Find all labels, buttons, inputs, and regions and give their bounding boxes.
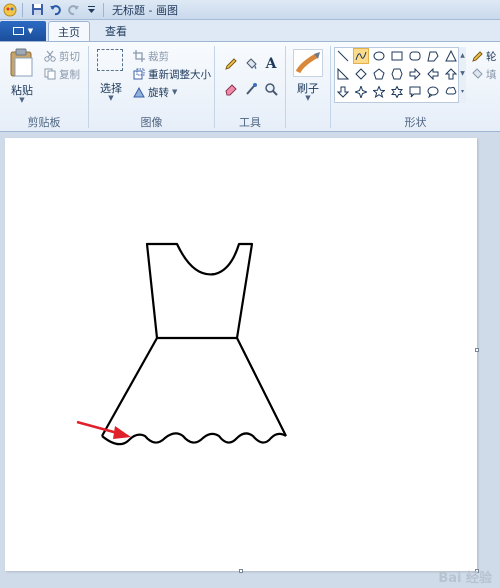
polygon-shape-icon[interactable] xyxy=(425,48,441,64)
canvas-resize-handle-bottom[interactable] xyxy=(239,569,243,573)
dress-bodice xyxy=(145,242,254,340)
copy-label: 复制 xyxy=(59,68,80,81)
oval-callout-shape-icon[interactable] xyxy=(425,84,441,100)
chevron-down-icon: ▼ xyxy=(27,27,34,35)
color-picker-icon[interactable] xyxy=(242,80,260,98)
paste-dropdown-icon[interactable]: ▼ xyxy=(2,96,42,104)
magnifier-icon[interactable] xyxy=(262,80,280,98)
crop-button[interactable]: 裁剪 xyxy=(133,48,169,64)
dress-skirt xyxy=(101,337,287,437)
customize-toolbar-icon[interactable] xyxy=(83,2,99,18)
tab-view[interactable]: 查看 xyxy=(95,21,137,41)
up-arrow-shape-icon[interactable] xyxy=(443,66,459,82)
divider xyxy=(22,2,23,17)
tools-group-label: 工具 xyxy=(239,116,261,129)
copy-icon xyxy=(44,68,56,80)
fill-icon[interactable] xyxy=(242,55,260,73)
six-point-star-shape-icon[interactable] xyxy=(389,84,405,100)
clipboard-group-label: 剪贴板 xyxy=(27,116,61,129)
left-arrow-shape-icon[interactable] xyxy=(425,66,441,82)
shape-fill-label: 填 xyxy=(486,68,497,81)
rotate-dropdown-icon: ▼ xyxy=(172,88,178,96)
file-menu-icon xyxy=(12,27,24,35)
rotate-icon xyxy=(133,86,145,98)
four-point-star-shape-icon[interactable] xyxy=(353,84,369,100)
brush-icon[interactable] xyxy=(293,49,323,77)
select-icon[interactable] xyxy=(97,49,123,71)
eraser-icon[interactable] xyxy=(222,80,240,98)
window-title: 无标题 - 画图 xyxy=(112,3,178,17)
shape-outline-label: 轮 xyxy=(486,50,497,63)
cloud-callout-shape-icon[interactable] xyxy=(443,84,459,100)
divider xyxy=(103,2,104,17)
ribbon-tabs: ▼ 主页 查看 xyxy=(0,20,500,41)
redo-icon[interactable] xyxy=(65,2,81,18)
rotate-button[interactable]: 旋转 ▼ xyxy=(133,84,177,100)
shape-fill-button[interactable]: 填 xyxy=(471,66,497,82)
shapes-group: ▲ ▼ ▾ 轮 填 形状 xyxy=(331,42,500,132)
copy-button[interactable]: 复制 xyxy=(44,66,80,82)
resize-label: 重新调整大小 xyxy=(148,68,211,81)
undo-icon[interactable] xyxy=(47,2,63,18)
five-point-star-shape-icon[interactable] xyxy=(371,84,387,100)
workspace: Bai 经验 xyxy=(0,133,500,588)
brushes-group: 刷子 ▼ xyxy=(286,42,330,132)
tab-home[interactable]: 主页 xyxy=(48,21,90,41)
save-icon[interactable] xyxy=(29,2,45,18)
select-dropdown-icon[interactable]: ▼ xyxy=(91,94,131,102)
resize-button[interactable]: 重新调整大小 xyxy=(133,66,211,82)
text-icon[interactable]: A xyxy=(262,55,280,73)
crop-label: 裁剪 xyxy=(148,50,169,63)
image-group-label: 图像 xyxy=(140,116,163,129)
title-bar: 无标题 - 画图 xyxy=(0,0,500,20)
paint-app-icon[interactable] xyxy=(2,2,18,18)
ribbon: 粘贴 ▼ 剪切 复制 剪贴板 选择 ▼ 裁剪 重新调整大小 旋转 ▼ 图像 A … xyxy=(0,41,500,132)
canvas-resize-handle-right[interactable] xyxy=(475,348,479,352)
oval-shape-icon[interactable] xyxy=(371,48,387,64)
watermark-logo: Bai 经验 xyxy=(438,571,492,586)
cut-label: 剪切 xyxy=(59,50,80,63)
rotate-label: 旋转 xyxy=(148,86,169,99)
shapes-group-label: 形状 xyxy=(404,116,427,129)
right-arrow-shape-icon[interactable] xyxy=(407,66,423,82)
drawing xyxy=(76,242,287,446)
brushes-dropdown-icon[interactable]: ▼ xyxy=(286,94,330,102)
outline-pencil-icon xyxy=(471,50,483,62)
rectangle-callout-shape-icon[interactable] xyxy=(407,84,423,100)
pentagon-shape-icon[interactable] xyxy=(371,66,387,82)
triangle-shape-icon[interactable] xyxy=(443,48,459,64)
red-arrow-head xyxy=(113,426,131,439)
file-menu-button[interactable]: ▼ xyxy=(0,21,46,41)
right-triangle-shape-icon[interactable] xyxy=(335,66,351,82)
drawing-canvas[interactable] xyxy=(5,138,477,571)
pencil-icon[interactable] xyxy=(222,55,240,73)
rectangle-shape-icon[interactable] xyxy=(389,48,405,64)
shape-outline-button[interactable]: 轮 xyxy=(471,48,497,64)
resize-icon xyxy=(133,68,145,80)
paste-icon[interactable] xyxy=(8,48,36,78)
cut-button[interactable]: 剪切 xyxy=(44,48,80,64)
image-group: 选择 ▼ 裁剪 重新调整大小 旋转 ▼ 图像 xyxy=(89,42,214,132)
tools-group: A 工具 xyxy=(215,42,285,132)
diamond-shape-icon[interactable] xyxy=(353,66,369,82)
crop-icon xyxy=(133,50,145,62)
shapes-gallery-scroll[interactable]: ▲ ▼ ▾ xyxy=(458,47,466,103)
dress-scalloped-hem xyxy=(101,432,287,446)
shape-fill-icon xyxy=(471,68,483,80)
line-shape-icon[interactable] xyxy=(335,48,351,64)
down-arrow-shape-icon[interactable] xyxy=(335,84,351,100)
rounded-rectangle-shape-icon[interactable] xyxy=(407,48,423,64)
scissors-icon xyxy=(44,50,56,62)
curve-shape-icon[interactable] xyxy=(353,48,369,64)
clipboard-group: 粘贴 ▼ 剪切 复制 剪贴板 xyxy=(0,42,88,132)
hexagon-shape-icon[interactable] xyxy=(389,66,405,82)
